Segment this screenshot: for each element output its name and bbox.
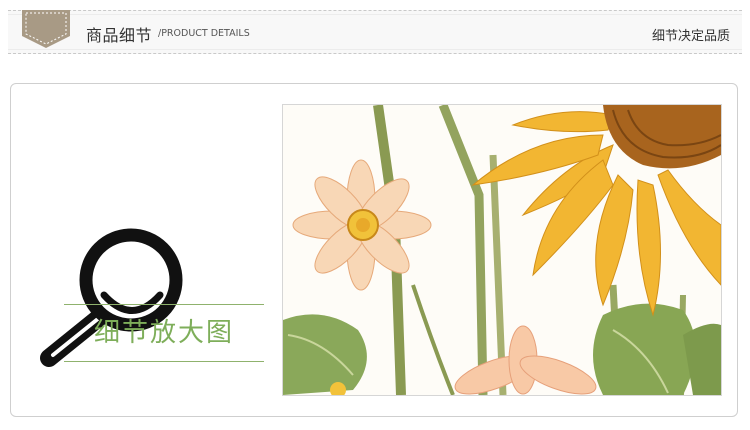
divider-bottom xyxy=(64,361,264,362)
divider-top xyxy=(64,304,264,305)
flower-illustration xyxy=(283,105,721,395)
section-title: 商品细节 xyxy=(86,26,153,45)
section-header: 商品细节 /PRODUCT DETAILS 细节决定品质 xyxy=(8,10,742,54)
product-detail-image xyxy=(282,104,722,396)
detail-zoom-label: 细节放大图 xyxy=(93,318,234,348)
magnifier-icon xyxy=(40,228,183,367)
detail-card: 细节放大图 xyxy=(10,83,738,417)
section-subtitle: /PRODUCT DETAILS xyxy=(158,28,250,39)
bookmark-tag-icon xyxy=(22,10,70,48)
section-slogan: 细节决定品质 xyxy=(651,29,730,44)
